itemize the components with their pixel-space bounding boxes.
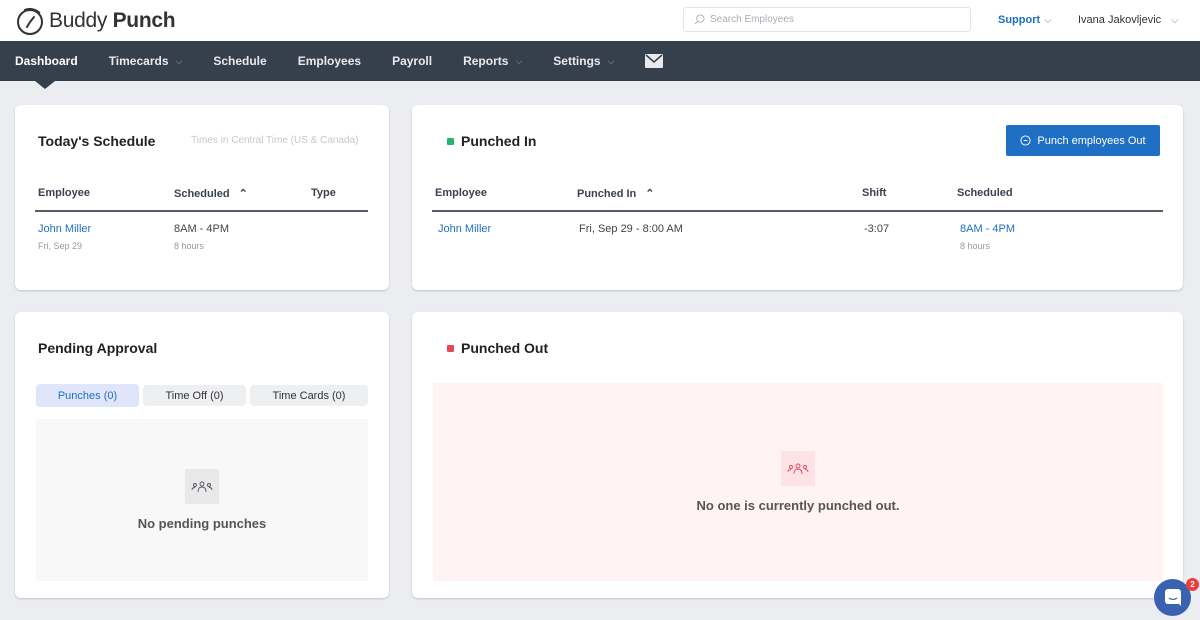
column-header-shift[interactable]: Shift bbox=[862, 187, 886, 199]
card-title: Today's Schedule bbox=[38, 133, 156, 149]
scheduled-duration: 8 hours bbox=[960, 241, 991, 251]
card-title: Pending Approval bbox=[38, 340, 158, 356]
empty-state-text: No pending punches bbox=[137, 516, 267, 531]
scheduled-duration: 8 hours bbox=[174, 241, 205, 251]
user-menu[interactable]: Ivana Jakovljevic ⌵ bbox=[1078, 14, 1179, 26]
notification-badge: 2 bbox=[1186, 578, 1199, 591]
employee-link[interactable]: John Miller bbox=[38, 223, 91, 235]
status-dot-red bbox=[447, 345, 454, 352]
chat-icon bbox=[1164, 589, 1181, 606]
clock-logo-icon bbox=[17, 7, 43, 35]
column-header-scheduled[interactable]: Scheduled bbox=[957, 187, 1013, 199]
support-menu[interactable]: Support ⌵ bbox=[998, 14, 1052, 26]
status-dot-green bbox=[447, 138, 454, 145]
search-icon bbox=[694, 14, 705, 25]
chevron-down-icon: ⌵ bbox=[515, 55, 523, 66]
column-header-employee[interactable]: Employee bbox=[435, 187, 487, 199]
active-nav-indicator bbox=[35, 81, 55, 89]
chevron-down-icon: ⌵ bbox=[1044, 15, 1052, 26]
nav-payroll[interactable]: Payroll bbox=[392, 54, 432, 68]
nav-employees[interactable]: Employees bbox=[298, 54, 361, 68]
card-title: Punched In bbox=[461, 133, 537, 149]
column-header-scheduled[interactable]: Scheduled ⌃ bbox=[174, 187, 248, 200]
timezone-note: Times in Central Time (US & Canada) bbox=[191, 135, 359, 146]
divider bbox=[35, 210, 368, 212]
chevron-down-icon: ⌵ bbox=[607, 55, 615, 66]
nav-messages[interactable] bbox=[645, 54, 664, 68]
nav-dashboard[interactable]: Dashboard bbox=[15, 54, 78, 68]
tab-punches[interactable]: Punches (0) bbox=[36, 384, 139, 407]
punched-in-time: Fri, Sep 29 - 8:00 AM bbox=[579, 223, 683, 235]
punch-employees-out-button[interactable]: Punch employees Out bbox=[1006, 125, 1160, 156]
column-header-type[interactable]: Type bbox=[311, 187, 336, 199]
nav-schedule[interactable]: Schedule bbox=[213, 54, 266, 68]
search-input[interactable]: Search Employees bbox=[683, 7, 971, 32]
top-header: Buddy Punch Search Employees Support ⌵ Iv… bbox=[0, 0, 1200, 41]
scheduled-time: 8AM - 4PM bbox=[174, 223, 230, 235]
main-nav: Dashboard Timecards ⌵ Schedule Employees … bbox=[0, 41, 1200, 89]
logo[interactable]: Buddy Punch bbox=[14, 5, 176, 37]
shift-duration: -3:07 bbox=[864, 223, 890, 235]
sort-ascending-icon: ⌃ bbox=[645, 188, 655, 200]
clock-out-icon bbox=[1020, 135, 1031, 146]
nav-reports[interactable]: Reports ⌵ bbox=[463, 54, 522, 68]
envelope-icon bbox=[645, 54, 664, 68]
schedule-date: Fri, Sep 29 bbox=[38, 241, 83, 251]
search-placeholder: Search Employees bbox=[710, 14, 794, 25]
people-icon bbox=[185, 469, 219, 504]
chevron-down-icon: ⌵ bbox=[1171, 15, 1179, 26]
tab-time-cards[interactable]: Time Cards (0) bbox=[250, 385, 368, 406]
employee-link[interactable]: John Miller bbox=[438, 223, 491, 235]
card-title: Punched Out bbox=[461, 340, 549, 356]
chevron-down-icon: ⌵ bbox=[175, 55, 183, 66]
nav-timecards[interactable]: Timecards ⌵ bbox=[109, 54, 183, 68]
column-header-employee[interactable]: Employee bbox=[38, 187, 90, 199]
sort-ascending-icon: ⌃ bbox=[238, 188, 248, 200]
column-header-punched-in[interactable]: Punched In ⌃ bbox=[577, 187, 655, 200]
tab-time-off[interactable]: Time Off (0) bbox=[143, 385, 246, 406]
empty-state: No pending punches bbox=[36, 419, 368, 581]
logo-text: Buddy Punch bbox=[49, 9, 176, 32]
empty-state-text: No one is currently punched out. bbox=[696, 498, 900, 513]
scheduled-time-link[interactable]: 8AM - 4PM bbox=[960, 223, 1015, 235]
empty-state: No one is currently punched out. bbox=[433, 383, 1163, 581]
people-icon bbox=[781, 451, 815, 486]
nav-settings[interactable]: Settings ⌵ bbox=[553, 54, 614, 68]
divider bbox=[432, 210, 1163, 212]
